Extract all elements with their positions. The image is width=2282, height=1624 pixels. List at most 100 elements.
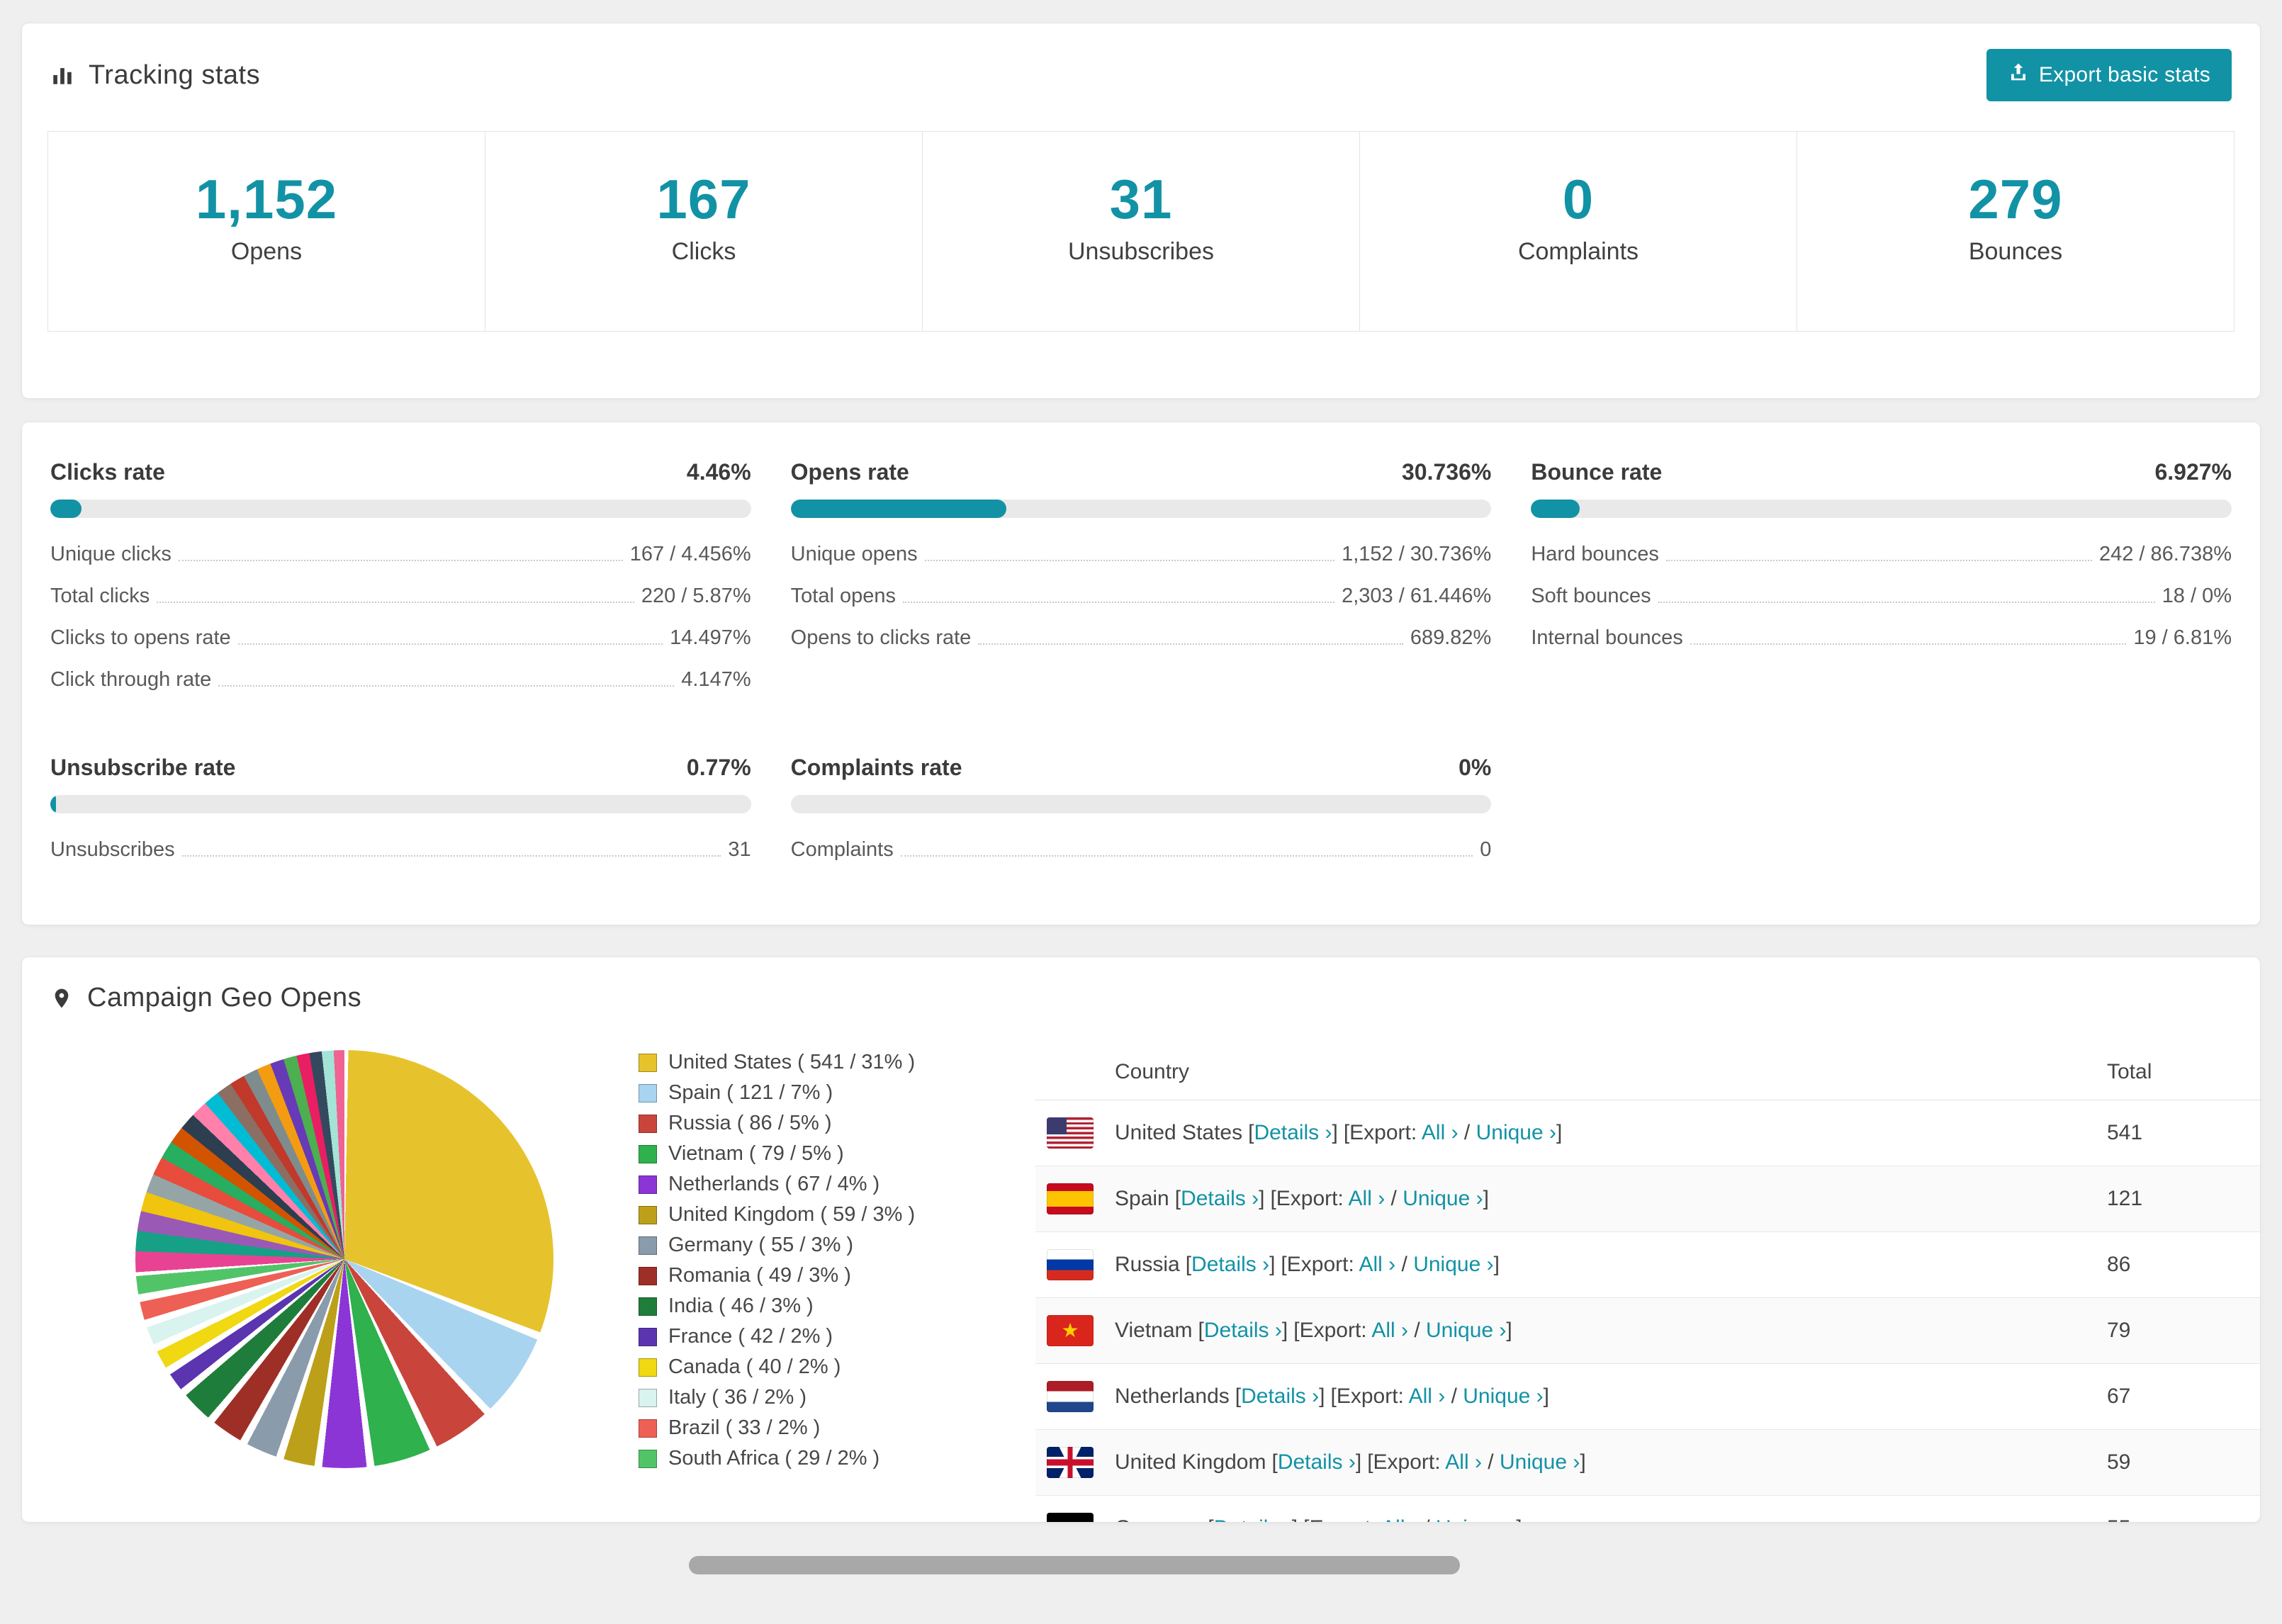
total-value: 86 bbox=[2107, 1253, 2131, 1276]
export-all-link[interactable]: All › bbox=[1381, 1516, 1418, 1522]
rate-value: 0.77% bbox=[686, 755, 751, 780]
stat-cell: 279 Bounces bbox=[1797, 132, 2234, 331]
details-link[interactable]: Details › bbox=[1181, 1187, 1259, 1210]
bracket-open: [ bbox=[1271, 1450, 1278, 1474]
bracket-open: [ bbox=[1198, 1319, 1204, 1342]
export-unique-link[interactable]: Unique › bbox=[1403, 1187, 1483, 1210]
progress-fill bbox=[50, 500, 82, 518]
rate-title: Bounce rate bbox=[1531, 459, 1663, 485]
metric-row: Unique clicks 167 / 4.456% bbox=[50, 534, 751, 575]
table-row: Spain [Details ›] [Export: All › / Uniqu… bbox=[1035, 1166, 2260, 1232]
bracket-open: [ bbox=[1293, 1319, 1300, 1342]
export-unique-link[interactable]: Unique › bbox=[1463, 1385, 1543, 1408]
bracket-close: ] bbox=[1281, 1319, 1288, 1342]
legend-item: France ( 42 / 2% ) bbox=[639, 1321, 943, 1352]
horizontal-scrollbar-thumb[interactable] bbox=[689, 1556, 1460, 1574]
export-all-link[interactable]: All › bbox=[1422, 1121, 1458, 1144]
stat-value: 279 bbox=[1968, 168, 2063, 230]
legend-swatch bbox=[639, 1419, 657, 1438]
bracket-close-2: ] bbox=[1506, 1319, 1512, 1342]
stat-label: Bounces bbox=[1968, 238, 2063, 265]
country-flag bbox=[1047, 1513, 1094, 1522]
export-unique-link[interactable]: Unique › bbox=[1413, 1253, 1493, 1276]
bracket-open: [ bbox=[1270, 1187, 1276, 1210]
export-unique-link[interactable]: Unique › bbox=[1426, 1319, 1506, 1342]
country-flag bbox=[1047, 1315, 1094, 1346]
details-link[interactable]: Details › bbox=[1241, 1385, 1319, 1408]
geo-table: Country Total United States [Details ›] … bbox=[1035, 1040, 2260, 1522]
metric-label: Opens to clicks rate bbox=[790, 626, 972, 649]
rate-rows: Unique clicks 167 / 4.456% Total clicks … bbox=[50, 534, 751, 701]
export-unique-link[interactable]: Unique › bbox=[1436, 1516, 1516, 1522]
metric-value: 167 / 4.456% bbox=[629, 543, 751, 565]
metric-value: 1,152 / 30.736% bbox=[1342, 543, 1492, 565]
bracket-open: [ bbox=[1367, 1450, 1373, 1474]
stat-cell: 1,152 Opens bbox=[48, 132, 485, 331]
export-unique-link[interactable]: Unique › bbox=[1476, 1121, 1556, 1144]
legend-swatch bbox=[639, 1205, 657, 1224]
legend-swatch bbox=[639, 1449, 657, 1468]
bracket-close: ] bbox=[1319, 1385, 1325, 1408]
metric-value: 242 / 86.738% bbox=[2098, 543, 2232, 565]
export-all-link[interactable]: All › bbox=[1409, 1385, 1446, 1408]
country-column-header: Country bbox=[1115, 1060, 1190, 1083]
stat-cell: 0 Complaints bbox=[1359, 132, 1797, 331]
rate-progress-bar bbox=[1531, 500, 2232, 518]
metric-value: 4.147% bbox=[681, 668, 751, 691]
metric-row: Unsubscribes 31 bbox=[50, 829, 751, 871]
details-link[interactable]: Details › bbox=[1278, 1450, 1356, 1474]
metric-label: Internal bounces bbox=[1531, 626, 1683, 649]
rate-rows: Hard bounces 242 / 86.738% Soft bounces … bbox=[1531, 534, 2232, 659]
legend-label: Italy ( 36 / 2% ) bbox=[668, 1386, 807, 1409]
rate-title: Complaints rate bbox=[790, 755, 962, 780]
bracket-close-2: ] bbox=[1493, 1253, 1500, 1276]
bracket-close: ] bbox=[1332, 1121, 1338, 1144]
details-link[interactable]: Details › bbox=[1204, 1319, 1282, 1342]
details-link[interactable]: Details › bbox=[1191, 1253, 1269, 1276]
stat-label: Opens bbox=[230, 238, 303, 265]
geo-body: United States ( 541 / 31% ) Spain ( 121 … bbox=[22, 1033, 2260, 1522]
rate-value: 0% bbox=[1458, 755, 1492, 780]
legend-label: Vietnam ( 79 / 5% ) bbox=[668, 1142, 844, 1165]
export-all-link[interactable]: All › bbox=[1371, 1319, 1408, 1342]
stat-cell: 167 Clicks bbox=[485, 132, 922, 331]
rate-progress-bar bbox=[790, 795, 1492, 813]
country-name: United Kingdom bbox=[1115, 1450, 1266, 1474]
rate-panel: Unsubscribe rate 0.77% Unsubscribes 31 bbox=[50, 755, 751, 871]
legend-swatch bbox=[639, 1236, 657, 1255]
total-value: 67 bbox=[2107, 1385, 2131, 1408]
metric-row: Hard bounces 242 / 86.738% bbox=[1531, 534, 2232, 575]
dotted-leader bbox=[900, 855, 1473, 857]
export-all-link[interactable]: All › bbox=[1359, 1253, 1396, 1276]
total-value: 541 bbox=[2107, 1121, 2143, 1144]
metric-label: Total clicks bbox=[50, 585, 150, 607]
dotted-leader bbox=[178, 560, 623, 561]
country-name: Russia bbox=[1115, 1253, 1180, 1276]
bracket-open: [ bbox=[1330, 1385, 1337, 1408]
rate-progress-bar bbox=[790, 500, 1492, 518]
legend-label: Spain ( 121 / 7% ) bbox=[668, 1081, 833, 1104]
geo-header: Campaign Geo Opens bbox=[22, 957, 2260, 1033]
total-column-header: Total bbox=[2107, 1060, 2152, 1083]
country-name: Spain bbox=[1115, 1187, 1169, 1210]
table-row: Russia [Details ›] [Export: All › / Uniq… bbox=[1035, 1232, 2260, 1298]
export-basic-stats-button[interactable]: Export basic stats bbox=[1986, 49, 2232, 101]
dotted-leader bbox=[237, 643, 663, 645]
country-flag bbox=[1047, 1447, 1094, 1478]
stat-label: Complaints bbox=[1517, 238, 1639, 265]
legend-label: Romania ( 49 / 3% ) bbox=[668, 1264, 851, 1287]
details-link[interactable]: Details › bbox=[1214, 1516, 1292, 1522]
rate-title: Opens rate bbox=[790, 459, 909, 485]
metric-value: 31 bbox=[728, 838, 751, 861]
export-all-link[interactable]: All › bbox=[1349, 1187, 1386, 1210]
rates-grid: Clicks rate 4.46% Unique clicks 167 / 4.… bbox=[22, 422, 2260, 925]
export-unique-link[interactable]: Unique › bbox=[1500, 1450, 1580, 1474]
bracket-close: ] bbox=[1355, 1450, 1362, 1474]
dotted-leader bbox=[1658, 602, 2155, 603]
legend-item: Canada ( 40 / 2% ) bbox=[639, 1352, 943, 1382]
metric-value: 0 bbox=[1480, 838, 1492, 861]
tracking-stats-title: Tracking stats bbox=[89, 60, 261, 90]
export-all-link[interactable]: All › bbox=[1445, 1450, 1482, 1474]
tracking-stats-header: Tracking stats Export basic stats bbox=[22, 23, 2260, 121]
details-link[interactable]: Details › bbox=[1254, 1121, 1332, 1144]
